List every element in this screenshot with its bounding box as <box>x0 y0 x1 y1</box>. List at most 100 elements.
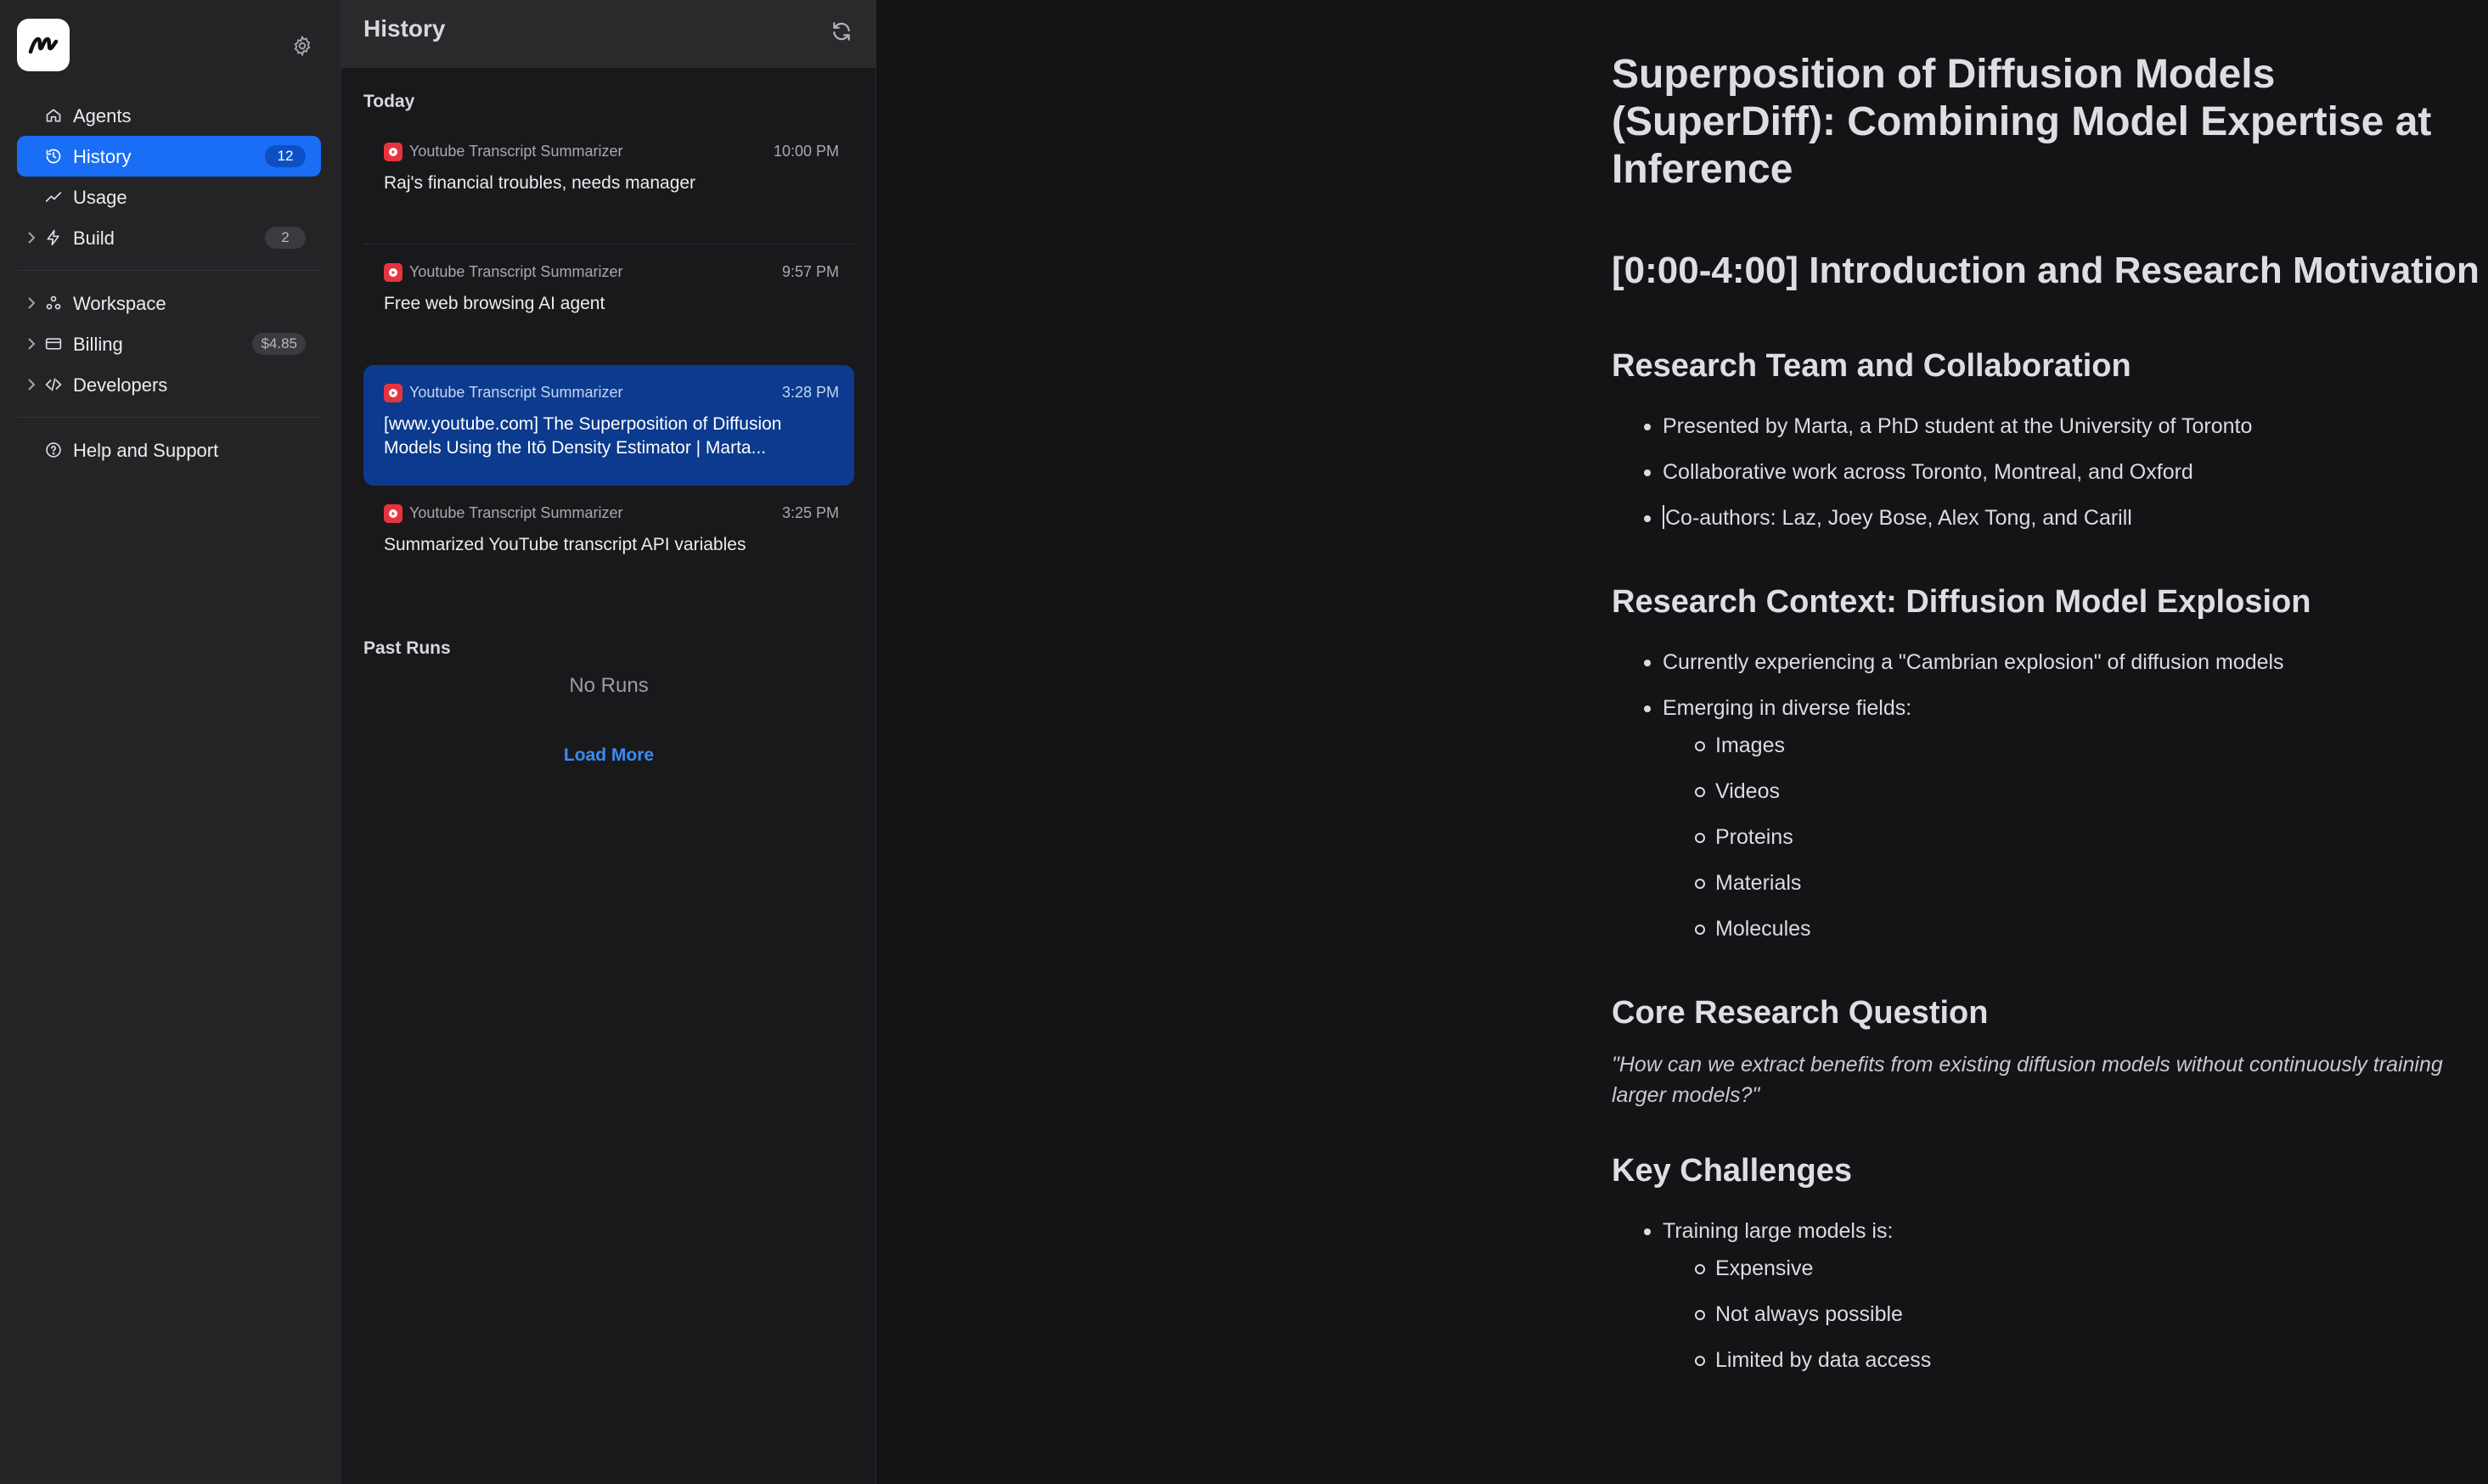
list-item: Co-authors: Laz, Joey Bose, Alex Tong, a… <box>1644 504 2481 531</box>
sub-bullet-list: Expensive Not always possible Limited by… <box>1695 1255 2481 1374</box>
run-card-selected[interactable]: Youtube Transcript Summarizer 3:28 PM [w… <box>363 365 854 486</box>
sub-list-item: Limited by data access <box>1695 1346 2481 1374</box>
trend-icon <box>44 188 63 206</box>
run-title: Free web browsing AI agent <box>384 294 605 313</box>
text-cursor <box>1663 505 1664 529</box>
chevron-right-icon[interactable] <box>24 230 39 245</box>
run-card[interactable]: Youtube Transcript Summarizer 10:00 PM R… <box>363 124 854 245</box>
sub-list-item: Molecules <box>1695 915 2481 942</box>
summary-document: Superposition of Diffusion Models (Super… <box>1612 51 2481 1392</box>
run-card[interactable]: Youtube Transcript Summarizer 3:25 PM Su… <box>363 486 854 606</box>
subsection-heading: Research Context: Diffusion Model Explos… <box>1612 584 2311 620</box>
bullet-list: Currently experiencing a "Cambrian explo… <box>1644 649 2481 942</box>
sub-list-item: Proteins <box>1695 824 2481 851</box>
sub-list-item: Not always possible <box>1695 1301 2481 1328</box>
chevron-right-icon[interactable] <box>24 336 39 351</box>
sidebar-item-build[interactable]: Build 2 <box>17 217 321 258</box>
section-heading: [0:00-4:00] Introduction and Research Mo… <box>1612 250 2480 291</box>
run-app-name: Youtube Transcript Summarizer <box>409 143 623 160</box>
app-icon <box>384 263 402 282</box>
bolt-icon <box>44 228 63 247</box>
section-team: Research Team and Collaboration Presente… <box>1612 346 2481 531</box>
history-header: History <box>341 0 876 68</box>
run-time: 10:00 PM <box>773 143 839 160</box>
run-time: 9:57 PM <box>781 263 839 280</box>
list-item-text: Training large models is: <box>1663 1219 1894 1243</box>
sidebar-item-label: Workspace <box>73 293 166 314</box>
list-item: Collaborative work across Toronto, Montr… <box>1644 458 2481 486</box>
workspace-icon <box>44 294 63 312</box>
run-time: 3:25 PM <box>781 504 839 521</box>
home-icon <box>44 106 63 125</box>
app-icon <box>384 143 402 161</box>
sidebar-item-label: Usage <box>73 187 127 208</box>
bullet-list: Training large models is: Expensive Not … <box>1644 1217 2481 1374</box>
list-item: Training large models is: Expensive Not … <box>1644 1217 2481 1374</box>
bullet-list: Presented by Marta, a PhD student at the… <box>1644 413 2481 531</box>
group-label-past-runs: Past Runs <box>363 638 451 658</box>
run-title: Summarized YouTube transcript API variab… <box>384 535 746 554</box>
sidebar-item-label: Developers <box>73 374 168 396</box>
research-question-quote: "How can we extract benefits from existi… <box>1612 1053 2443 1107</box>
group-label-today: Today <box>363 92 415 111</box>
run-app-name: Youtube Transcript Summarizer <box>409 384 623 401</box>
sidebar-item-label: Help and Support <box>73 440 219 461</box>
panel-title: History <box>363 15 446 42</box>
history-icon <box>44 147 63 166</box>
history-count-badge: 12 <box>265 145 306 167</box>
run-time: 3:28 PM <box>781 384 839 401</box>
app-icon <box>384 504 402 523</box>
section-challenges: Key Challenges Training large models is:… <box>1612 1151 2481 1374</box>
divider <box>17 270 321 271</box>
sidebar-item-usage[interactable]: Usage <box>17 177 321 217</box>
subsection-heading: Key Challenges <box>1612 1153 1852 1189</box>
billing-balance-badge: $4.85 <box>252 333 306 355</box>
document-title: Superposition of Diffusion Models (Super… <box>1612 52 2432 192</box>
sidebar-item-label: Agents <box>73 105 132 126</box>
chevron-right-icon[interactable] <box>24 295 39 311</box>
code-icon <box>44 375 63 394</box>
gear-icon[interactable] <box>287 31 318 61</box>
sidebar-item-billing[interactable]: Billing $4.85 <box>17 323 321 364</box>
sidebar-nav: Agents History 12 Usage Build 2 Workspac… <box>17 95 321 470</box>
empty-state-text: No Runs <box>569 674 649 697</box>
refresh-icon[interactable] <box>829 19 854 44</box>
history-panel: History Today Youtube Transcript Summari… <box>341 0 876 1484</box>
help-icon <box>44 441 63 459</box>
list-item: Emerging in diverse fields: Images Video… <box>1644 694 2481 942</box>
app-icon <box>384 384 402 402</box>
sub-list-item: Expensive <box>1695 1255 2481 1282</box>
sub-bullet-list: Images Videos Proteins Materials Molecul… <box>1695 732 2481 942</box>
sidebar-item-help[interactable]: Help and Support <box>17 430 321 470</box>
sub-list-item: Videos <box>1695 778 2481 805</box>
list-item: Currently experiencing a "Cambrian explo… <box>1644 649 2481 676</box>
sidebar-item-history[interactable]: History 12 <box>17 136 321 177</box>
section-question: Core Research Question "How can we extra… <box>1612 993 2481 1110</box>
run-title: Raj's financial troubles, needs manager <box>384 173 696 193</box>
subsection-heading: Core Research Question <box>1612 995 1989 1031</box>
m-logo-icon[interactable] <box>17 19 70 71</box>
document-view: Superposition of Diffusion Models (Super… <box>876 0 2488 1484</box>
run-title: [www.youtube.com] The Superposition of D… <box>384 414 782 458</box>
list-item: Presented by Marta, a PhD student at the… <box>1644 413 2481 440</box>
list-item-text: Emerging in diverse fields: <box>1663 696 1912 720</box>
card-icon <box>44 334 63 353</box>
divider <box>17 417 321 418</box>
sidebar-item-label: Billing <box>73 334 123 355</box>
sidebar-item-label: History <box>73 146 132 167</box>
chevron-right-icon[interactable] <box>24 377 39 392</box>
sidebar-item-label: Build <box>73 228 115 249</box>
sub-list-item: Images <box>1695 732 2481 759</box>
run-app-name: Youtube Transcript Summarizer <box>409 263 623 280</box>
sidebar-item-workspace[interactable]: Workspace <box>17 283 321 323</box>
load-more-button[interactable]: Load More <box>341 745 876 766</box>
app-window: Agents History 12 Usage Build 2 Workspac… <box>0 0 2488 1484</box>
run-app-name: Youtube Transcript Summarizer <box>409 504 623 521</box>
section-context: Research Context: Diffusion Model Explos… <box>1612 582 2481 942</box>
run-card[interactable]: Youtube Transcript Summarizer 9:57 PM Fr… <box>363 245 854 365</box>
subsection-heading: Research Team and Collaboration <box>1612 348 2131 384</box>
sidebar-item-agents[interactable]: Agents <box>17 95 321 136</box>
build-count-badge: 2 <box>265 227 306 249</box>
sidebar: Agents History 12 Usage Build 2 Workspac… <box>0 0 341 1484</box>
sidebar-item-developers[interactable]: Developers <box>17 364 321 405</box>
